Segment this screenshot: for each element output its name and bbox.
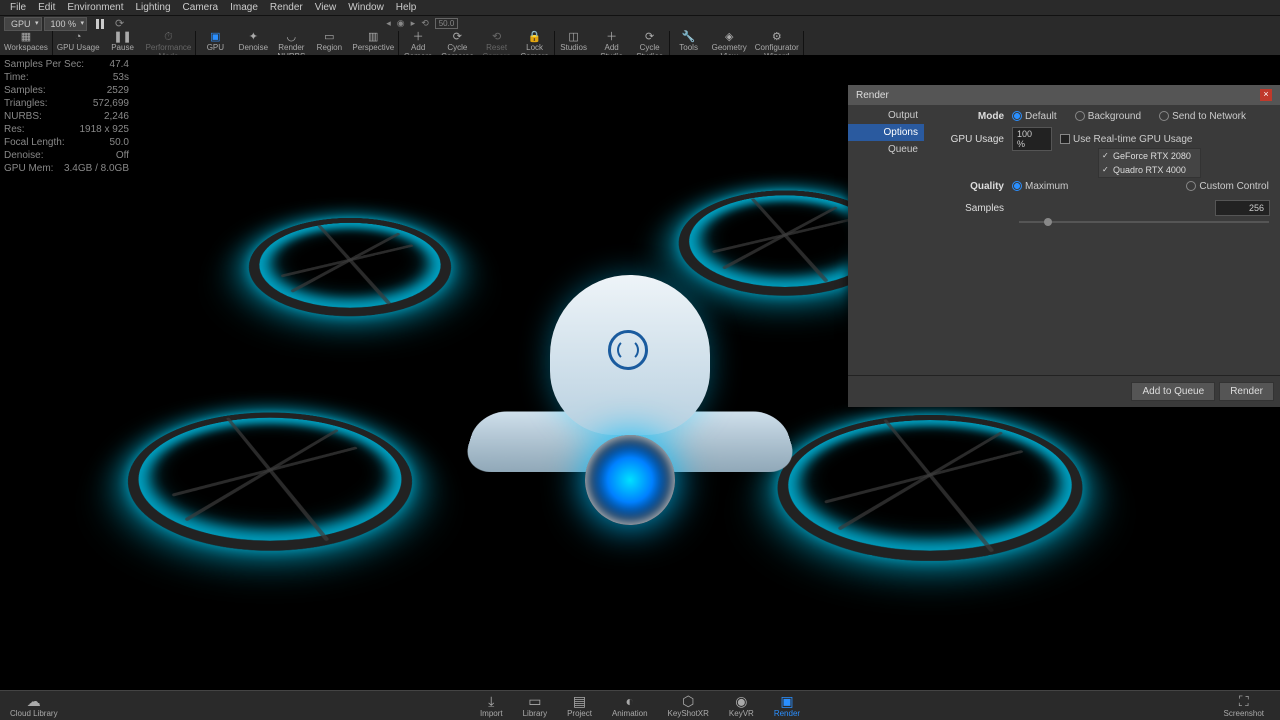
menu-help[interactable]: Help	[390, 2, 423, 13]
screenshot-button[interactable]: ⛶Screenshot	[1214, 694, 1274, 718]
cloud-library-button[interactable]: ☁Cloud Library	[0, 694, 68, 718]
cam-circle-icon[interactable]: ◉	[397, 18, 405, 29]
configurator-wizard-button[interactable]: ⚙ConfiguratorWizard	[751, 31, 803, 55]
gpu-pct-dropdown[interactable]: 100 %	[44, 17, 88, 31]
menu-view[interactable]: View	[309, 2, 343, 13]
add-studio-button[interactable]: ＋AddStudio	[593, 31, 631, 55]
render-stats: Samples Per Sec:47.4 Time:53s Samples:25…	[4, 58, 129, 175]
studios-button[interactable]: ◫Studios	[555, 31, 593, 55]
tools-button[interactable]: 🔧Tools	[670, 31, 708, 55]
tab-output[interactable]: Output	[848, 107, 924, 124]
quality-label: Quality	[934, 181, 1004, 192]
rotor-ring	[233, 218, 467, 316]
denoise-button[interactable]: ✦Denoise	[234, 31, 272, 55]
focal-value[interactable]: 50.0	[435, 18, 459, 29]
cycle-studios-button[interactable]: ⟳CycleStudios	[631, 31, 669, 55]
add-to-queue-button[interactable]: Add to Queue	[1131, 382, 1215, 401]
close-icon[interactable]: ×	[1260, 89, 1272, 101]
gpu-option-2[interactable]: Quadro RTX 4000	[1099, 163, 1200, 177]
pause-icon[interactable]	[93, 18, 107, 30]
radio-network[interactable]: Send to Network	[1159, 111, 1246, 122]
menu-lighting[interactable]: Lighting	[130, 2, 177, 13]
cam-prev-icon[interactable]: ◂	[386, 18, 391, 29]
workspaces-button[interactable]: ▦Workspaces	[0, 31, 52, 55]
gpu-usage-label: GPU Usage	[934, 134, 1004, 145]
perspective-button[interactable]: ▥Perspective	[348, 31, 398, 55]
radio-custom[interactable]: Custom Control	[1186, 181, 1268, 192]
animation-button[interactable]: ◐Animation	[602, 694, 658, 718]
project-button[interactable]: ▤Project	[557, 694, 602, 718]
reset-camera-button[interactable]: ⟲ResetCamera	[478, 31, 516, 55]
library-button[interactable]: ▭Library	[513, 694, 557, 718]
cam-reset-icon[interactable]: ⟲	[421, 18, 429, 29]
radio-default[interactable]: Default	[1012, 111, 1057, 122]
render-nurbs-button[interactable]: ◡RenderNURBS	[272, 31, 310, 55]
gpu-dropdown[interactable]: GPU	[4, 17, 42, 31]
region-button[interactable]: ▭Region	[310, 31, 348, 55]
samples-slider[interactable]	[1019, 221, 1269, 223]
logo-icon	[608, 330, 648, 370]
realtime-gpu-checkbox[interactable]: Use Real-time GPU Usage	[1060, 134, 1192, 145]
add-camera-button[interactable]: ＋AddCamera	[399, 31, 437, 55]
tab-queue[interactable]: Queue	[848, 141, 924, 158]
radio-background[interactable]: Background	[1075, 111, 1141, 122]
gpu-usage-input[interactable]: 100 %	[1012, 127, 1052, 151]
radio-maximum[interactable]: Maximum	[1012, 181, 1068, 192]
bottom-bar: ☁Cloud Library ⤓Import ▭Library ▤Project…	[0, 690, 1280, 720]
quick-bar: GPU 100 % ⟳ ◂ ◉ ▸ ⟲ 50.0	[0, 16, 1280, 31]
main-toolbar: ▦Workspaces ◔GPU Usage ❚❚Pause ⏱Performa…	[0, 31, 1280, 55]
cam-next-icon[interactable]: ▸	[411, 18, 416, 29]
pause-button[interactable]: ❚❚Pause	[104, 31, 142, 55]
render-options-content: Mode Default Background Send to Network …	[924, 105, 1280, 375]
drone-body	[490, 275, 760, 535]
keyvr-button[interactable]: ◉KeyVR	[719, 694, 764, 718]
performance-mode-button[interactable]: ⏱PerformanceMode	[142, 31, 196, 55]
render-panel-title[interactable]: Render ×	[848, 85, 1280, 105]
menu-camera[interactable]: Camera	[177, 2, 225, 13]
tab-options[interactable]: Options	[848, 124, 924, 141]
render-panel: Render × Output Options Queue Mode Defau…	[848, 85, 1280, 407]
menu-edit[interactable]: Edit	[32, 2, 61, 13]
gpu-button[interactable]: ▣GPU	[196, 31, 234, 55]
cycle-cameras-button[interactable]: ⟳CycleCameras	[437, 31, 477, 55]
gpu-option-1[interactable]: GeForce RTX 2080	[1099, 149, 1200, 163]
mode-label: Mode	[934, 111, 1004, 122]
samples-label: Samples	[934, 203, 1004, 214]
render-tabs: Output Options Queue	[848, 105, 924, 375]
menu-file[interactable]: File	[4, 2, 32, 13]
refresh-icon[interactable]: ⟳	[115, 17, 124, 30]
geometry-view-button[interactable]: ◈GeometryView	[708, 31, 751, 55]
keyshotxr-button[interactable]: ⬡KeyShotXR	[658, 694, 719, 718]
import-button[interactable]: ⤓Import	[470, 694, 513, 718]
menu-bar: File Edit Environment Lighting Camera Im…	[0, 0, 1280, 16]
gpu-device-dropdown[interactable]: GeForce RTX 2080 Quadro RTX 4000	[1098, 148, 1201, 178]
gpu-usage-button[interactable]: ◔GPU Usage	[53, 31, 104, 55]
lock-camera-button[interactable]: 🔒LockCamera	[516, 31, 554, 55]
menu-window[interactable]: Window	[342, 2, 390, 13]
render-button[interactable]: Render	[1219, 382, 1274, 401]
menu-image[interactable]: Image	[224, 2, 264, 13]
render-nav-button[interactable]: ▣Render	[764, 694, 810, 718]
samples-input[interactable]	[1215, 200, 1270, 216]
rotor-ring	[102, 412, 439, 550]
camera-quick-icons: ◂ ◉ ▸ ⟲ 50.0	[386, 18, 458, 29]
menu-render[interactable]: Render	[264, 2, 309, 13]
camera-lens-icon	[585, 435, 675, 525]
menu-environment[interactable]: Environment	[61, 2, 129, 13]
rotor-ring	[748, 415, 1112, 561]
